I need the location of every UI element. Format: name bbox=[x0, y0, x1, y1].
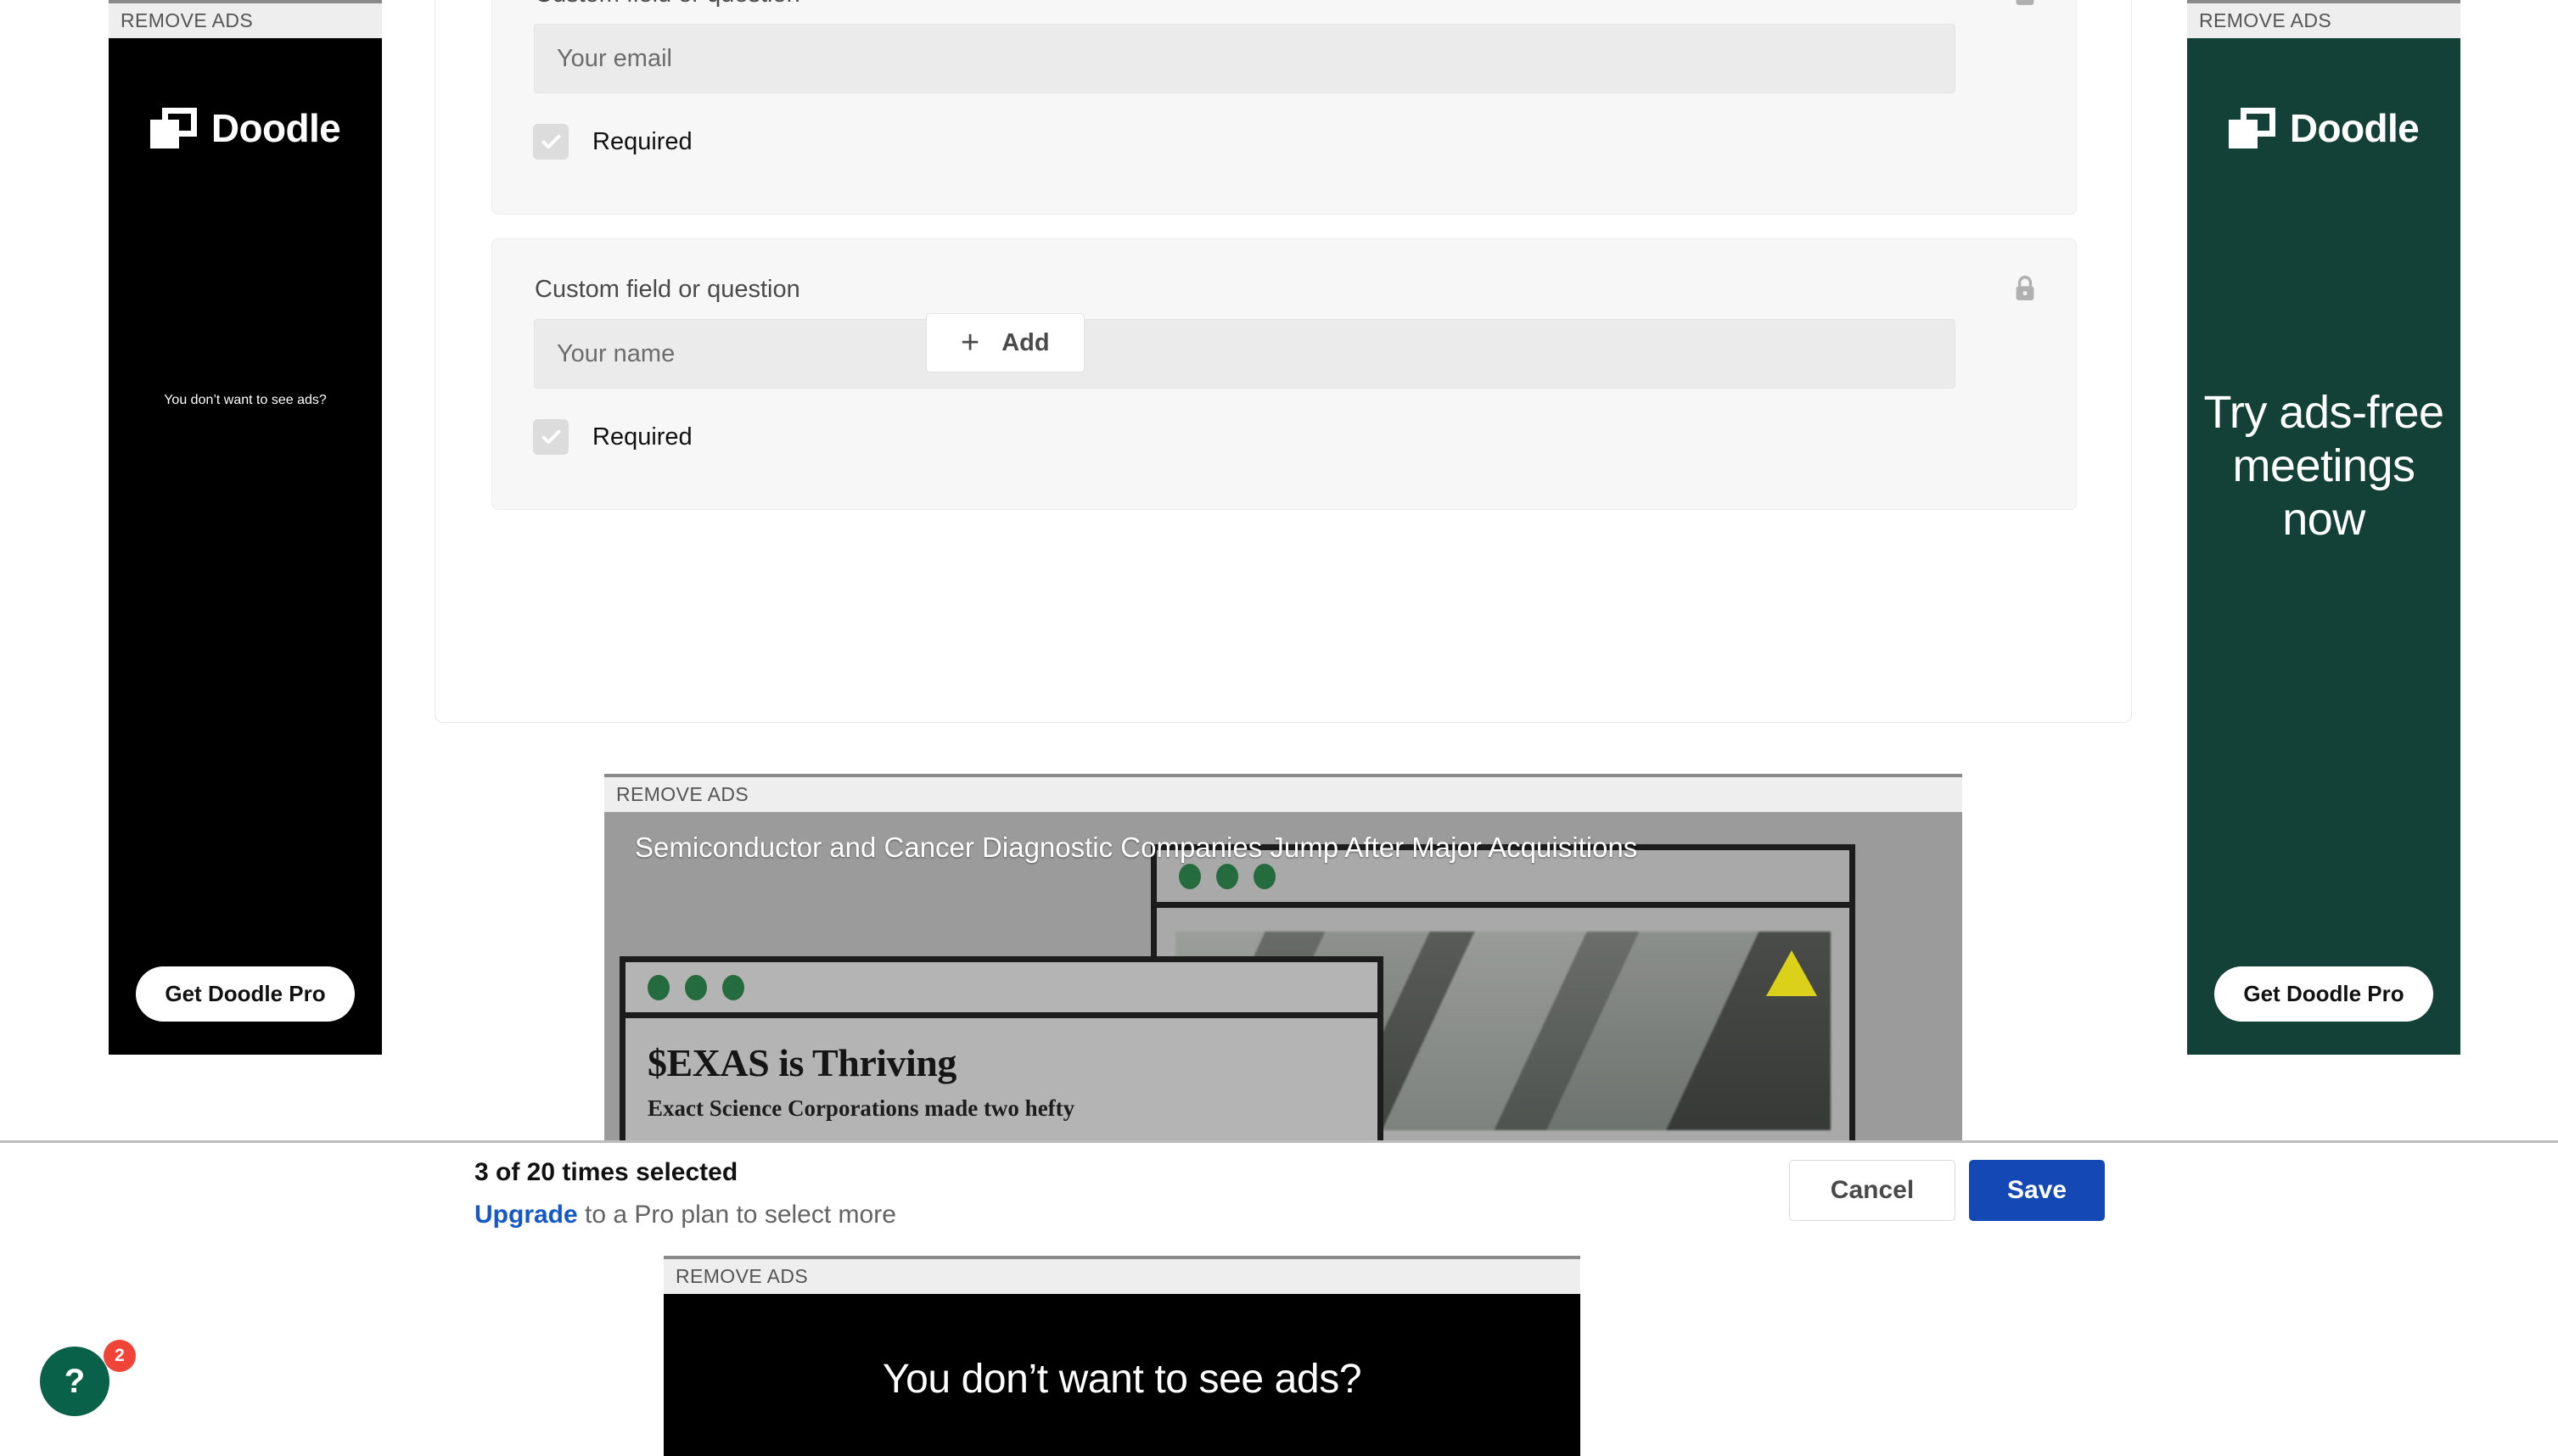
center-ad-slot: REMOVE ADS Semiconductor and Cancer Diag… bbox=[604, 774, 1962, 1151]
browser-titlebar bbox=[625, 962, 1377, 1018]
doodle-wordmark: Doodle bbox=[2289, 106, 2420, 150]
right-ad-creative[interactable]: Doodle Try ads-free meetings now Get Doo… bbox=[2187, 38, 2460, 1055]
add-field-button[interactable]: + Add bbox=[926, 313, 1085, 372]
remove-ads-label[interactable]: REMOVE ADS bbox=[604, 774, 1962, 812]
required-checkbox[interactable] bbox=[533, 419, 569, 455]
remove-ads-label[interactable]: REMOVE ADS bbox=[664, 1256, 1580, 1294]
remove-ads-label[interactable]: REMOVE ADS bbox=[109, 0, 382, 38]
custom-field-label: Custom field or question bbox=[535, 0, 800, 8]
required-label: Required bbox=[592, 423, 693, 451]
article-subtitle: Exact Science Corporations made two heft… bbox=[648, 1095, 1075, 1121]
help-badge: 2 bbox=[104, 1340, 136, 1372]
right-ad-logo: Doodle bbox=[2187, 108, 2460, 153]
doodle-logo-icon bbox=[2228, 108, 2275, 148]
right-ad-cta-wrap: Get Doodle Pro bbox=[2187, 966, 2460, 1022]
window-dot-icon bbox=[1254, 863, 1276, 889]
add-field-label: Add bbox=[1001, 328, 1050, 356]
left-ad-slot: REMOVE ADS Doodle You don’t want to see … bbox=[109, 0, 382, 1055]
required-row[interactable]: Required bbox=[533, 124, 693, 160]
get-doodle-pro-button[interactable]: Get Doodle Pro bbox=[2214, 966, 2433, 1022]
remove-ads-label[interactable]: REMOVE ADS bbox=[2187, 0, 2460, 38]
browser-window-front: $EXAS is Thriving Exact Science Corporat… bbox=[620, 956, 1383, 1151]
window-dot-icon bbox=[648, 974, 670, 1000]
custom-field-card: Custom field or question Your name Requi… bbox=[491, 238, 2077, 510]
save-button[interactable]: Save bbox=[1969, 1160, 2105, 1221]
upgrade-upsell-text: Upgrade to a Pro plan to select more bbox=[474, 1201, 896, 1229]
custom-field-label: Custom field or question bbox=[535, 276, 800, 303]
get-doodle-pro-button[interactable]: Get Doodle Pro bbox=[136, 966, 355, 1022]
upgrade-rest-text: to a Pro plan to select more bbox=[577, 1201, 896, 1229]
help-button[interactable]: ? bbox=[40, 1347, 109, 1416]
required-label: Required bbox=[592, 127, 693, 155]
window-dot-icon bbox=[685, 974, 707, 1000]
plus-icon: + bbox=[961, 325, 980, 361]
required-row[interactable]: Required bbox=[533, 419, 693, 455]
times-selected-count: 3 of 20 times selected bbox=[474, 1158, 738, 1186]
upgrade-link[interactable]: Upgrade bbox=[474, 1201, 578, 1229]
lock-icon bbox=[2011, 0, 2039, 8]
window-dot-icon bbox=[722, 974, 744, 1000]
required-checkbox[interactable] bbox=[533, 124, 569, 160]
custom-field-input[interactable]: Your name bbox=[534, 319, 1955, 389]
right-ad-slot: REMOVE ADS Doodle Try ads-free meetings … bbox=[2187, 0, 2460, 1055]
doodle-logo-icon bbox=[149, 108, 197, 148]
article-title: $EXAS is Thriving bbox=[648, 1041, 956, 1084]
bottom-ad-slot: REMOVE ADS You don’t want to see ads? bbox=[664, 1256, 1580, 1456]
left-ad-logo: Doodle bbox=[109, 108, 382, 153]
right-ad-headline: Try ads-free meetings now bbox=[2203, 387, 2444, 546]
left-ad-headline: You don’t want to see ads? bbox=[164, 393, 327, 407]
custom-field-card: Custom field or question Your email Requ… bbox=[491, 0, 2077, 215]
doodle-wordmark: Doodle bbox=[210, 106, 341, 150]
lock-icon bbox=[2011, 273, 2039, 304]
cancel-button[interactable]: Cancel bbox=[1789, 1160, 1955, 1221]
window-dot-icon bbox=[1179, 863, 1201, 889]
center-ad-creative[interactable]: Semiconductor and Cancer Diagnostic Comp… bbox=[604, 812, 1962, 1151]
hazard-sign-icon bbox=[1766, 950, 1817, 996]
custom-field-input[interactable]: Your email bbox=[534, 24, 1955, 93]
selection-action-bar: 3 of 20 times selected Upgrade to a Pro … bbox=[0, 1140, 2558, 1235]
custom-fields-panel: Custom field or question Your email Requ… bbox=[435, 0, 2132, 723]
bottom-ad-headline: You don’t want to see ads? bbox=[882, 1356, 1362, 1402]
left-ad-cta-wrap: Get Doodle Pro bbox=[109, 966, 382, 1022]
window-dot-icon bbox=[1216, 863, 1238, 889]
left-ad-creative[interactable]: Doodle You don’t want to see ads? Get Do… bbox=[109, 38, 382, 1055]
center-ad-headline: Semiconductor and Cancer Diagnostic Comp… bbox=[635, 832, 1638, 863]
bottom-ad-creative[interactable]: You don’t want to see ads? bbox=[664, 1294, 1580, 1456]
